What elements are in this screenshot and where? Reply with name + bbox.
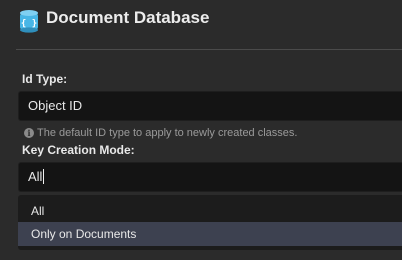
key-creation-mode-input[interactable]: All — [18, 162, 402, 192]
document-database-panel: { } Document Database Id Type: Object ID… — [0, 0, 402, 260]
svg-text:{ }: { } — [21, 19, 37, 29]
key-creation-mode-value: All — [28, 169, 43, 184]
header-divider — [16, 49, 402, 50]
id-type-field[interactable]: Object ID — [18, 91, 402, 121]
key-creation-mode-dropdown: All Only on Documents — [18, 195, 402, 250]
page-title: Document Database — [46, 8, 210, 27]
dropdown-option-only-on-documents[interactable]: Only on Documents — [18, 222, 402, 246]
text-caret — [43, 169, 45, 184]
id-type-label: Id Type: — [22, 72, 68, 86]
key-creation-mode-label: Key Creation Mode: — [22, 143, 135, 157]
panel-header: { } Document Database — [0, 0, 402, 40]
document-database-icon: { } — [20, 10, 38, 33]
info-icon: i — [24, 128, 34, 138]
id-type-hint-text: The default ID type to apply to newly cr… — [37, 127, 298, 139]
id-type-hint: i The default ID type to apply to newly c… — [24, 123, 298, 139]
dropdown-option-all[interactable]: All — [18, 199, 402, 223]
